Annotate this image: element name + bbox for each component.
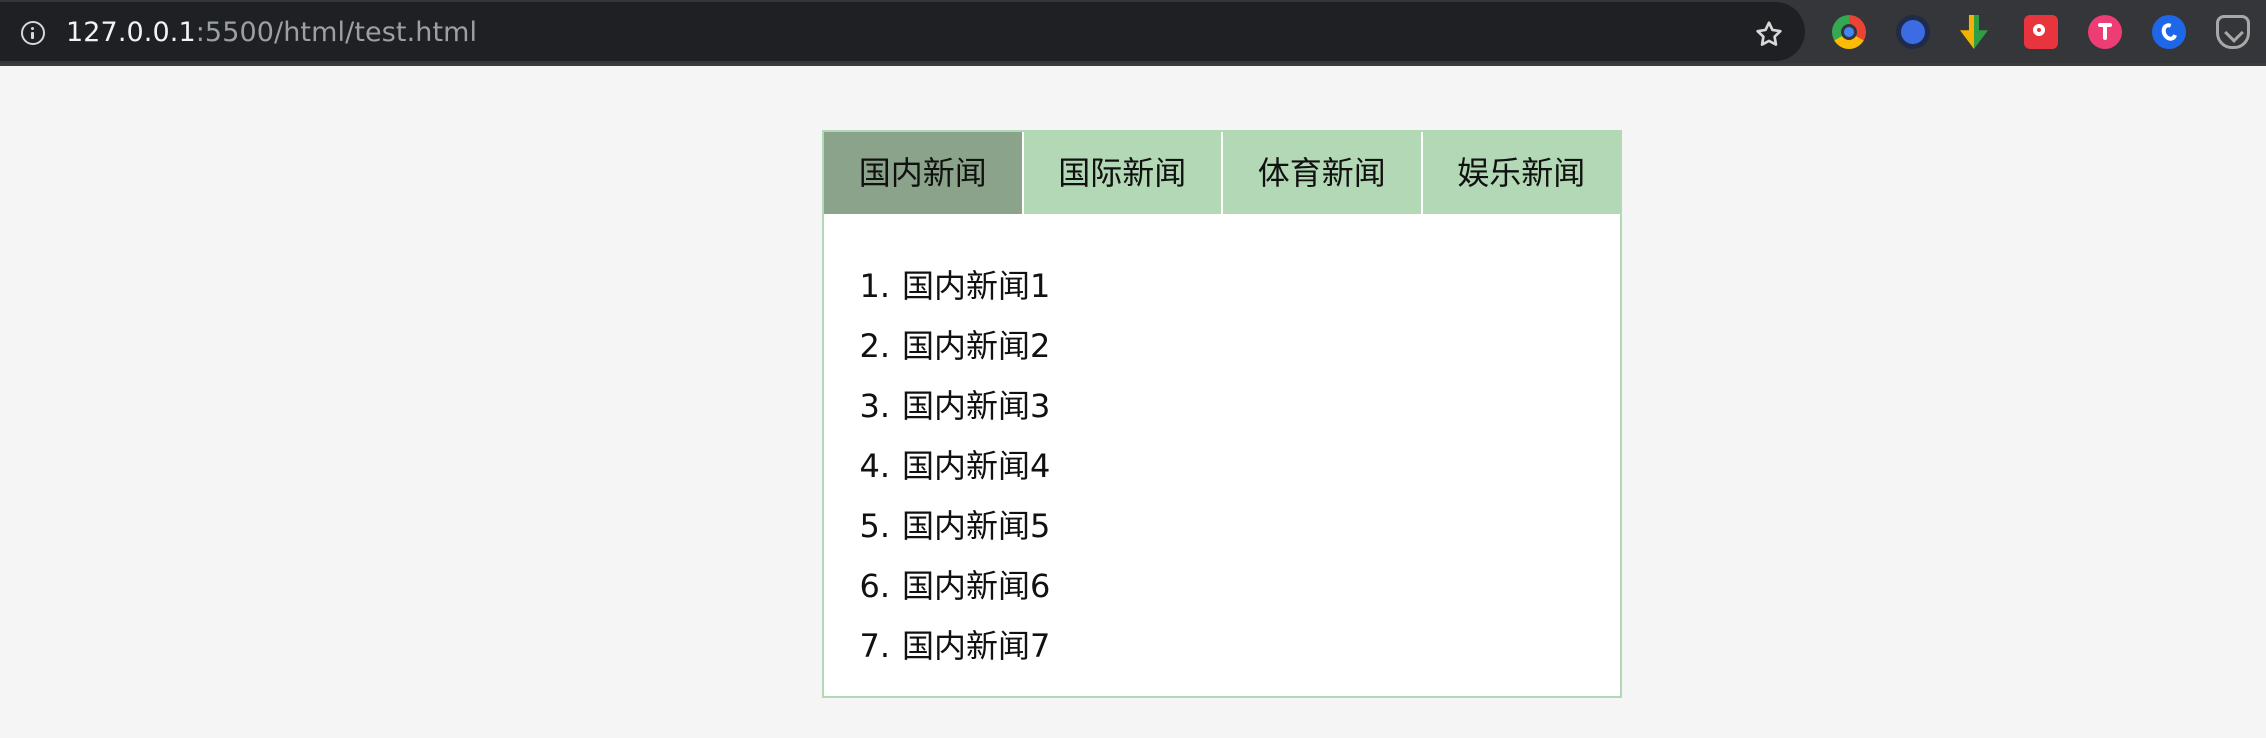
url-path: :5500/html/test.html <box>195 17 478 48</box>
red-gear-extension-icon[interactable] <box>2024 15 2058 49</box>
list-item-number: 2. <box>859 327 890 365</box>
address-bar[interactable]: 127.0.0.1:5500/html/test.html <box>0 2 1805 61</box>
pink-t-extension-icon[interactable] <box>2088 15 2122 49</box>
news-title: 国内新闻6 <box>902 567 1051 605</box>
news-title: 国内新闻5 <box>902 507 1051 545</box>
list-item-number: 1. <box>859 267 890 305</box>
list-item: 1. 国内新闻1 <box>824 256 1620 316</box>
domestic-news-list: 1. 国内新闻1 2. 国内新闻2 3. 国内新闻3 4. 国内新闻4 5. 国… <box>824 256 1620 676</box>
list-item-number: 3. <box>859 387 890 425</box>
news-title: 国内新闻1 <box>902 267 1051 305</box>
domestic-news-panel: 1. 国内新闻1 2. 国内新闻2 3. 国内新闻3 4. 国内新闻4 5. 国… <box>824 214 1620 696</box>
list-item-number: 5. <box>859 507 890 545</box>
news-title: 国内新闻4 <box>902 447 1051 485</box>
downloader-extension-icon[interactable] <box>1960 15 1988 49</box>
list-item-number: 7. <box>859 627 890 665</box>
site-info-icon[interactable] <box>21 21 45 45</box>
tab-sports-news[interactable]: 体育新闻 <box>1223 132 1423 214</box>
list-item: 4. 国内新闻4 <box>824 436 1620 496</box>
list-item-number: 4. <box>859 447 890 485</box>
url-host: 127.0.0.1 <box>66 17 196 48</box>
list-item-number: 6. <box>859 567 890 605</box>
list-item: 5. 国内新闻5 <box>824 496 1620 556</box>
chrome-extension-icon[interactable] <box>1832 15 1866 49</box>
pocket-extension-icon[interactable] <box>2216 15 2250 49</box>
list-item: 3. 国内新闻3 <box>824 376 1620 436</box>
browser-toolbar: 127.0.0.1:5500/html/test.html <box>0 0 2266 66</box>
blue-swirl-extension-icon[interactable] <box>2152 15 2186 49</box>
news-title: 国内新闻3 <box>902 387 1051 425</box>
news-title: 国内新闻2 <box>902 327 1051 365</box>
list-item: 2. 国内新闻2 <box>824 316 1620 376</box>
bookmark-star-icon[interactable] <box>1753 19 1785 51</box>
tab-domestic-news[interactable]: 国内新闻 <box>824 132 1024 214</box>
blue-dot-extension-icon[interactable] <box>1896 15 1930 49</box>
news-title: 国内新闻7 <box>902 627 1051 665</box>
tab-entertainment-news[interactable]: 娱乐新闻 <box>1423 132 1621 214</box>
tab-international-news[interactable]: 国际新闻 <box>1024 132 1223 214</box>
news-tab-box: 国内新闻 国际新闻 体育新闻 娱乐新闻 1. 国内新闻1 2. 国内新闻2 3.… <box>822 130 1622 698</box>
list-item: 6. 国内新闻6 <box>824 556 1620 616</box>
list-item: 7. 国内新闻7 <box>824 616 1620 676</box>
news-tab-list: 国内新闻 国际新闻 体育新闻 娱乐新闻 <box>824 132 1620 214</box>
url-text[interactable]: 127.0.0.1:5500/html/test.html <box>66 16 477 50</box>
